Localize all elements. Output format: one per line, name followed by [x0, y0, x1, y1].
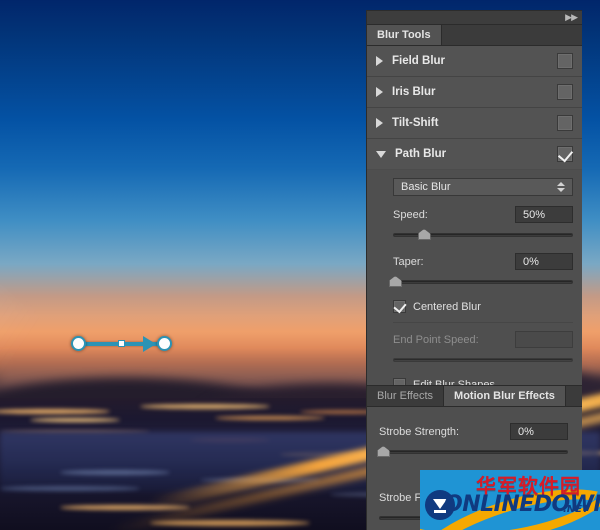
path-blur-midpoint-handle[interactable]	[118, 340, 125, 347]
path-blur-direction-arrow	[143, 336, 156, 352]
section-tilt-shift-label: Tilt-Shift	[392, 117, 439, 129]
speed-slider-knob[interactable]	[417, 229, 431, 240]
taper-row: Taper: 0%	[393, 253, 573, 270]
tab-blur-effects-label: Blur Effects	[377, 390, 434, 402]
strobe-strength-slider-track[interactable]	[379, 450, 568, 454]
spinner-updown-icon[interactable]	[557, 182, 565, 192]
blur-preset-select[interactable]: Basic Blur	[393, 178, 573, 196]
chevron-double-right-icon[interactable]: ▶▶	[565, 13, 578, 22]
tab-motion-blur-effects-label: Motion Blur Effects	[454, 390, 555, 402]
strobe-strength-slider-knob[interactable]	[376, 446, 390, 457]
section-path-blur-label: Path Blur	[395, 148, 447, 160]
water-streak	[0, 486, 140, 491]
panel-tab-bar: Blur Tools	[367, 25, 582, 46]
speed-slider[interactable]	[393, 228, 573, 242]
end-point-speed-label: End Point Speed:	[393, 333, 479, 346]
divider	[393, 322, 573, 323]
section-iris-blur[interactable]: Iris Blur	[367, 77, 582, 108]
checkbox-iris-blur[interactable]	[557, 84, 573, 100]
end-point-speed-slider	[393, 353, 573, 367]
strobe-strength-slider[interactable]	[376, 445, 568, 459]
light-streak	[30, 418, 120, 422]
taper-slider[interactable]	[388, 275, 573, 289]
taper-label: Taper:	[393, 255, 424, 268]
light-streak	[60, 505, 190, 510]
taper-value-input[interactable]: 0%	[515, 253, 573, 270]
watermark-onlinedown: 华军软件园 ONLINEDOWN .NET	[420, 470, 600, 530]
tab-blur-tools[interactable]: Blur Tools	[367, 25, 442, 45]
speed-row: Speed: 50%	[393, 206, 573, 223]
path-blur-start-handle[interactable]	[71, 336, 86, 351]
checkbox-path-blur[interactable]	[557, 146, 573, 162]
watermark-tld-text: .NET	[563, 504, 589, 515]
panel-title-bar: ▶▶	[367, 11, 582, 25]
light-streak	[215, 416, 325, 420]
taper-slider-track[interactable]	[393, 280, 573, 284]
tab-blur-tools-label: Blur Tools	[377, 29, 431, 41]
centered-blur-label: Centered Blur	[413, 300, 481, 313]
speed-label: Speed:	[393, 208, 428, 221]
section-path-blur[interactable]: Path Blur	[367, 139, 582, 170]
light-streak	[140, 404, 270, 409]
speed-value-input[interactable]: 50%	[515, 206, 573, 223]
section-tilt-shift[interactable]: Tilt-Shift	[367, 108, 582, 139]
checkbox-tilt-shift[interactable]	[557, 115, 573, 131]
tab-bar-filler	[441, 25, 582, 45]
chevron-right-icon[interactable]	[376, 118, 383, 128]
strobe-strength-value-input[interactable]: 0%	[510, 423, 568, 440]
end-point-speed-row: End Point Speed:	[393, 331, 573, 348]
checkbox-field-blur[interactable]	[557, 53, 573, 69]
chevron-down-icon[interactable]	[376, 150, 386, 158]
water-streak	[60, 470, 170, 475]
checkbox-centered-blur[interactable]	[393, 300, 406, 313]
effects-tab-bar: Blur Effects Motion Blur Effects	[367, 386, 582, 407]
strobe-strength-row: Strobe Strength: 0%	[379, 423, 568, 440]
tab-blur-effects[interactable]: Blur Effects	[367, 386, 445, 406]
path-blur-end-handle[interactable]	[157, 336, 172, 351]
blur-preset-value: Basic Blur	[401, 181, 451, 193]
section-field-blur-label: Field Blur	[392, 55, 446, 67]
strobe-strength-label: Strobe Strength:	[379, 425, 460, 438]
end-point-speed-slider-track	[393, 358, 573, 362]
chevron-right-icon[interactable]	[376, 56, 383, 66]
centered-blur-row[interactable]: Centered Blur	[393, 300, 573, 313]
end-point-speed-value-input	[515, 331, 573, 348]
path-blur-body: Basic Blur Speed: 50% Taper: 0% Centered…	[367, 170, 582, 410]
chevron-right-icon[interactable]	[376, 87, 383, 97]
section-field-blur[interactable]: Field Blur	[367, 46, 582, 77]
tab-motion-blur-effects[interactable]: Motion Blur Effects	[444, 386, 566, 406]
light-streak	[150, 520, 310, 526]
screenshot-root: ▶▶ Blur Tools Field Blur Iris Blur Tilt-…	[0, 0, 600, 530]
taper-slider-knob[interactable]	[388, 276, 402, 287]
effects-tab-filler	[565, 386, 582, 406]
section-iris-blur-label: Iris Blur	[392, 86, 436, 98]
